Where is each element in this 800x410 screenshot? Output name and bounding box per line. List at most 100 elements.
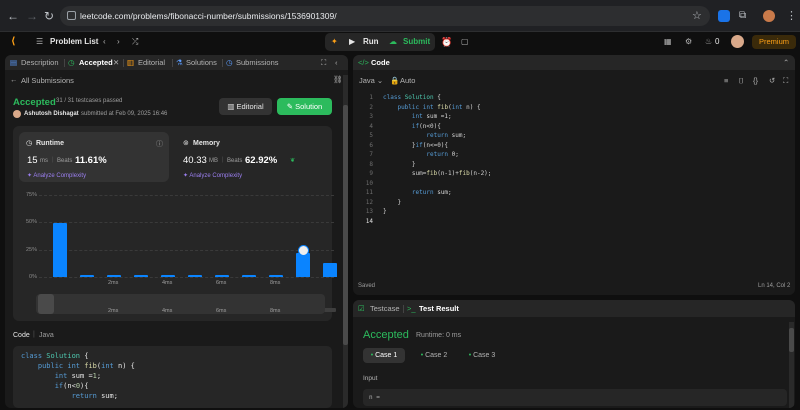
shuffle-icon[interactable]: ⤮ <box>132 36 138 48</box>
close-tab-icon[interactable]: ✕ <box>113 58 119 68</box>
editor-line[interactable]: return sum; <box>383 188 452 198</box>
line-number: 12 <box>365 198 373 206</box>
submitted-code[interactable]: class Solution { public int fib(int n) {… <box>13 346 332 408</box>
prev-problem-icon[interactable]: ‹ <box>103 36 106 48</box>
line-number: 8 <box>369 160 373 168</box>
url-text[interactable]: leetcode.com/problems/fibonacci-number/s… <box>80 11 337 21</box>
runtime-distribution-chart[interactable]: 75% 50% 25% 0% 2ms 4ms 6ms 8ms 2ms 4ms 6ms 8ms <box>13 126 337 321</box>
test-scrollbar[interactable] <box>789 322 794 408</box>
chart-bar[interactable] <box>161 274 175 277</box>
submitted-time: submitted at Feb 09, 2025 16:46 <box>81 111 168 117</box>
editor-line[interactable]: return 0; <box>383 150 459 160</box>
tab-description[interactable]: Description <box>21 58 59 68</box>
maximize-icon[interactable]: ⛶ <box>321 58 326 68</box>
tab-accepted[interactable]: Accepted <box>79 58 113 68</box>
case-3-tab[interactable]: • Case 3 <box>461 348 503 363</box>
layout-grid-icon[interactable]: ▦ <box>664 36 672 48</box>
author-avatar[interactable] <box>13 110 21 118</box>
editor-line[interactable]: int sum =1; <box>383 112 452 122</box>
settings-gear-icon[interactable]: ⚙ <box>685 36 692 48</box>
edit-pen-icon: ✎ <box>286 102 296 111</box>
tab-solutions[interactable]: Solutions <box>186 58 217 68</box>
code-editor[interactable]: 1 class Solution {2 public int fib(int n)… <box>353 93 795 283</box>
case-2-tab[interactable]: • Case 2 <box>413 348 455 363</box>
editor-line[interactable]: return sum; <box>383 131 466 141</box>
braces-icon[interactable]: {} <box>753 76 758 86</box>
premium-button[interactable]: Premium <box>752 35 796 49</box>
leetcode-logo-icon[interactable]: ⟨ <box>11 36 16 48</box>
test-scroll-thumb[interactable] <box>789 328 794 352</box>
address-bar[interactable]: leetcode.com/problems/fibonacci-number/s… <box>60 6 710 26</box>
run-play-icon[interactable]: ▶ <box>349 36 355 48</box>
chart-bar[interactable] <box>134 274 148 277</box>
tab-testcase[interactable]: Testcase <box>370 304 400 314</box>
code-line: return sum; <box>71 392 118 400</box>
share-link-icon[interactable]: ⛓ <box>333 75 343 85</box>
chart-bar[interactable] <box>242 274 256 277</box>
chart-bar[interactable] <box>296 252 310 277</box>
test-tab-bar: ☑ Testcase >_ Test Result <box>353 300 795 317</box>
browser-menu-icon[interactable]: ⋮ <box>786 9 797 23</box>
range-selector[interactable] <box>36 294 325 314</box>
collapse-panel-icon[interactable]: ‹ <box>335 58 338 68</box>
tab-test-result[interactable]: Test Result <box>419 304 459 314</box>
streak-fire-icon[interactable]: ♨ <box>705 36 712 48</box>
editor-line[interactable]: } <box>383 160 416 170</box>
all-submissions-link[interactable]: All Submissions <box>21 76 74 86</box>
submit-button[interactable]: Submit <box>403 36 430 48</box>
profile-avatar-icon[interactable] <box>763 10 775 22</box>
back-arrow-icon[interactable]: ← <box>7 9 19 23</box>
notes-icon[interactable]: ▢ <box>461 36 469 48</box>
editor-line[interactable]: sum=fib(n-1)+fib(n-2); <box>383 169 492 179</box>
chart-bar[interactable] <box>53 223 67 277</box>
chart-bar[interactable] <box>188 274 202 277</box>
timer-icon[interactable]: ⏰ <box>441 36 452 48</box>
run-button[interactable]: Run <box>363 36 379 48</box>
debug-bug-icon[interactable]: ✦ <box>331 36 338 48</box>
input-box[interactable]: n = <box>363 389 787 406</box>
format-icon[interactable]: ≡ <box>724 76 728 86</box>
auto-mode[interactable]: Auto <box>400 76 415 86</box>
range-handle[interactable] <box>38 294 54 314</box>
extension-icon[interactable] <box>718 10 730 22</box>
editor-line[interactable]: if(n<0){ <box>383 122 441 132</box>
tab-submissions[interactable]: Submissions <box>236 58 279 68</box>
expand-icon[interactable]: ⌃ <box>783 58 789 68</box>
x-tick-label: 4ms <box>162 280 173 286</box>
editor-line[interactable]: } <box>383 207 387 217</box>
chart-bar[interactable] <box>107 274 121 277</box>
code-editor-panel: </> Code ⌃ Java ⌄ 🔒 Auto ≡ ⌷ {} ↺ ⛶ 1 cla… <box>353 55 795 295</box>
next-problem-icon[interactable]: › <box>117 36 120 48</box>
bookmark-icon[interactable]: ⌷ <box>739 76 744 86</box>
site-info-icon[interactable] <box>67 11 76 20</box>
author-name[interactable]: Ashutosh Dishagat <box>24 111 79 117</box>
reset-icon[interactable]: ↺ <box>769 76 775 86</box>
x-tick-label: 6ms <box>216 280 227 286</box>
chart-bar[interactable] <box>269 274 283 277</box>
reload-icon[interactable]: ↻ <box>44 9 54 23</box>
chart-bar[interactable] <box>323 262 337 277</box>
editor-line[interactable]: class Solution { <box>383 93 441 103</box>
user-avatar[interactable] <box>731 35 744 48</box>
left-scrollbar[interactable] <box>343 75 348 408</box>
editor-line[interactable]: } <box>383 198 401 208</box>
solution-button[interactable]: ✎ Solution <box>277 98 332 115</box>
back-arrow-icon[interactable]: ← <box>10 75 18 85</box>
fullscreen-icon[interactable]: ⛶ <box>783 76 788 86</box>
forward-arrow-icon[interactable]: → <box>26 9 38 23</box>
left-scroll-thumb[interactable] <box>343 105 348 345</box>
bookmark-star-icon[interactable]: ☆ <box>692 9 702 23</box>
my-submission-avatar[interactable] <box>298 245 309 256</box>
chart-bar[interactable] <box>80 274 94 277</box>
tab-editorial[interactable]: Editorial <box>138 58 165 68</box>
editorial-button[interactable]: ▥ Editorial <box>219 98 272 115</box>
submit-cloud-icon[interactable]: ☁ <box>389 36 397 48</box>
editor-line[interactable]: }if(n<=0){ <box>383 141 448 151</box>
language-select[interactable]: Java ⌄ <box>359 76 383 86</box>
chart-bar[interactable] <box>215 274 229 277</box>
chart-gridline <box>39 277 334 278</box>
editor-line[interactable]: public int fib(int n) { <box>383 103 480 113</box>
case-1-tab[interactable]: • Case 1 <box>363 348 405 363</box>
problem-list-link[interactable]: Problem List <box>50 36 98 48</box>
extensions-puzzle-icon[interactable]: ⧉ <box>739 9 746 23</box>
